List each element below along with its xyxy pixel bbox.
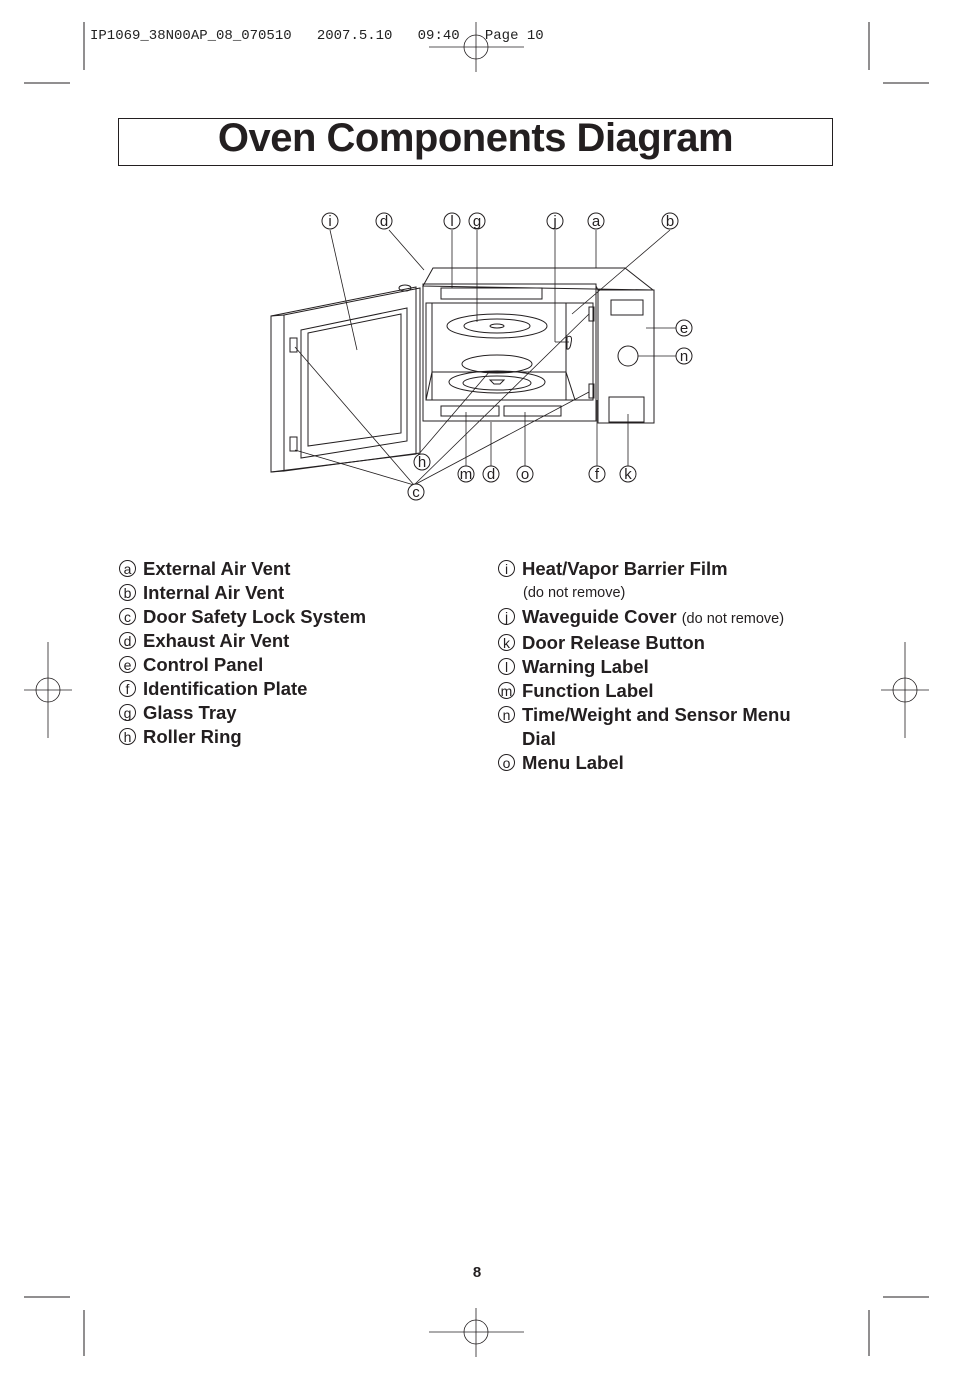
letter-badge: h	[119, 728, 136, 745]
legend-item-k: k Door Release Button	[498, 631, 791, 655]
callout-n: n	[675, 347, 693, 365]
letter-badge: o	[498, 754, 515, 771]
legend-item-e: e Control Panel	[119, 653, 366, 677]
letter-badge: i	[498, 560, 515, 577]
legend-right: i Heat/Vapor Barrier Film (do not remove)…	[498, 557, 791, 775]
legend-item-i: i Heat/Vapor Barrier Film	[498, 557, 791, 581]
roller-ring	[461, 354, 533, 374]
legend-item-n: n Time/Weight and Sensor Menu Dial	[498, 703, 791, 751]
letter-badge: l	[498, 658, 515, 675]
svg-text:g: g	[473, 213, 481, 230]
letter-badge: k	[498, 634, 515, 651]
svg-text:c: c	[412, 484, 420, 501]
svg-text:m: m	[460, 466, 473, 483]
svg-text:d: d	[487, 466, 495, 483]
letter-badge: b	[119, 584, 136, 601]
dial	[617, 345, 639, 367]
legend-item-m: m Function Label	[498, 679, 791, 703]
letter-badge: j	[498, 608, 515, 625]
letter-badge: m	[498, 682, 515, 699]
svg-text:b: b	[666, 213, 674, 230]
letter-badge: a	[119, 560, 136, 577]
svg-text:o: o	[521, 466, 529, 483]
legend-item-h: h Roller Ring	[119, 725, 366, 749]
svg-text:n: n	[680, 348, 688, 365]
svg-text:i: i	[328, 213, 331, 230]
waveguide-cover	[566, 335, 572, 350]
letter-badge: e	[119, 656, 136, 673]
callout-b: b	[661, 212, 679, 230]
legend-item-b: b Internal Air Vent	[119, 581, 366, 605]
callout-d-bottom: d	[482, 465, 500, 483]
callout-g: g	[468, 212, 486, 230]
svg-text:l: l	[450, 213, 453, 230]
callout-e: e	[675, 319, 693, 337]
callout-k: k	[619, 465, 637, 483]
page-number: 8	[472, 1264, 482, 1281]
callout-i: i	[321, 212, 339, 230]
callout-j: j	[546, 212, 564, 230]
callout-l: l	[443, 212, 461, 230]
callout-a: a	[587, 212, 605, 230]
legend-item-j: j Waveguide Cover (do not remove)	[498, 605, 791, 631]
legend-item-o: o Menu Label	[498, 751, 791, 775]
svg-text:h: h	[418, 454, 426, 471]
callout-o: o	[516, 465, 534, 483]
cabinet-top	[422, 267, 655, 291]
letter-badge: f	[119, 680, 136, 697]
legend-left: a External Air Vent b Internal Air Vent cD…	[119, 557, 366, 749]
svg-text:e: e	[680, 320, 688, 337]
svg-text:d: d	[380, 213, 388, 230]
legend-item-a: a External Air Vent	[119, 557, 366, 581]
legend-item-d: d Exhaust Air Vent	[119, 629, 366, 653]
display-window	[610, 299, 644, 316]
callout-h: h	[413, 453, 431, 471]
callout-d-top: d	[375, 212, 393, 230]
callout-c: c	[407, 483, 425, 501]
legend-item-c: c Door Safety Lock System	[119, 605, 366, 629]
legend-item-i-note: (do not remove)	[523, 585, 626, 601]
callout-f: f	[588, 465, 606, 483]
legend-item-l: l Warning Label	[498, 655, 791, 679]
control-panel	[597, 289, 655, 424]
legend-item-g: g Glass Tray	[119, 701, 366, 725]
warning-label-plate	[440, 287, 543, 300]
svg-text:j: j	[552, 213, 556, 230]
door-release-button	[608, 396, 645, 423]
legend-item-j-note: (do not remove)	[681, 611, 785, 627]
letter-badge: g	[119, 704, 136, 721]
glass-tray	[446, 313, 548, 339]
legend-item-f: f Identification Plate	[119, 677, 366, 701]
svg-text:a: a	[592, 213, 601, 230]
letter-badge: d	[119, 632, 136, 649]
letter-badge: n	[498, 706, 515, 723]
callout-m: m	[457, 465, 475, 483]
letter-badge: c	[119, 608, 136, 625]
oven-door	[270, 284, 421, 473]
svg-text:k: k	[624, 466, 632, 483]
